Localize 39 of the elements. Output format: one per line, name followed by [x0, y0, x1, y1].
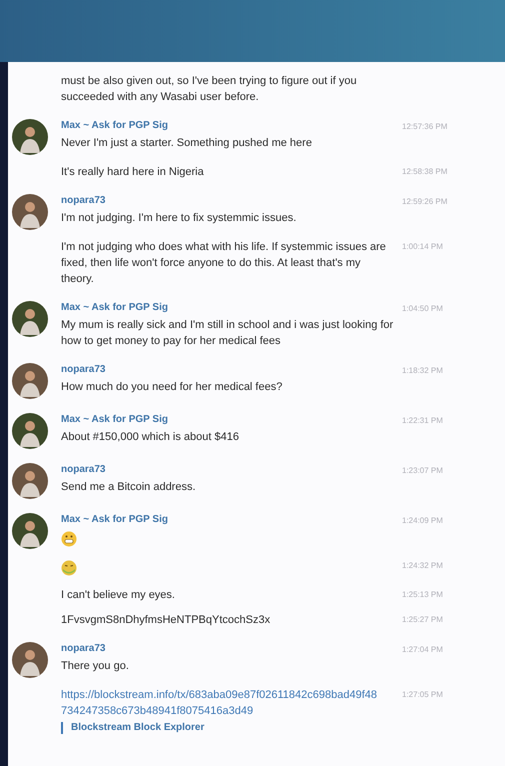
sender-name[interactable]: Max ~ Ask for PGP Sig: [61, 119, 396, 133]
message-text: 1FvsvgmS8nDhyfmsHeNTPBqYtcochSz3x: [61, 613, 272, 628]
preview-title: Blockstream Block Explorer: [71, 722, 204, 734]
grimace-emoji-icon: [61, 531, 77, 547]
sender-name[interactable]: nopara73: [61, 463, 396, 477]
message-text: About #150,000 which is about $416: [61, 430, 240, 445]
sender-name[interactable]: nopara73: [61, 642, 396, 656]
message-time: 1:24:09 PM: [402, 515, 443, 527]
sender-name[interactable]: Max ~ Ask for PGP Sig: [61, 301, 396, 315]
message-time: 12:58:38 PM: [402, 166, 448, 178]
sender-name[interactable]: Max ~ Ask for PGP Sig: [61, 413, 396, 427]
sender-name[interactable]: nopara73: [61, 363, 396, 377]
message-link[interactable]: https://blockstream.info/tx/683aba09e87f02611842c698bad49f48 734247358c673b48941f8075416a3d49: [61, 687, 396, 719]
message-text: How much do you need for her medical fees?: [61, 380, 284, 395]
message-text: I'm not judging. I'm here to fix systemmic issues.: [61, 211, 298, 226]
sender-name[interactable]: Max ~ Ask for PGP Sig: [61, 513, 396, 527]
message-time: 1:27:04 PM: [402, 644, 443, 656]
message-text: It's really hard here in Nigeria: [61, 165, 205, 180]
message-time: 1:23:07 PM: [402, 465, 443, 477]
link-preview[interactable]: Blockstream Block Explorer: [61, 722, 396, 734]
message-text: Never I'm just a starter. Something pushed me here: [61, 136, 313, 151]
sender-name[interactable]: nopara73: [61, 194, 396, 208]
message-text: I can't believe my eyes.: [61, 588, 176, 603]
message-text: I'm not judging who does what with his life. If systemmic issues are fixed, then life won't force anyone to do this. At least that's my theory.: [61, 240, 387, 287]
message-time: 1:18:32 PM: [402, 365, 443, 377]
message-time: 12:57:36 PM: [402, 121, 448, 133]
sick-emoji-icon: [61, 560, 77, 576]
message-time: 1:00:14 PM: [402, 241, 443, 253]
message-time: 1:27:05 PM: [402, 689, 443, 701]
message-time: 1:25:13 PM: [402, 589, 443, 601]
message-time: 1:24:32 PM: [402, 560, 443, 572]
message-time: 12:59:26 PM: [402, 196, 448, 208]
message-time: 1:25:27 PM: [402, 614, 443, 626]
message-time: 1:22:31 PM: [402, 415, 443, 427]
message-text: Send me a Bitcoin address.: [61, 480, 197, 495]
message-text: There you go.: [61, 659, 130, 674]
message-text: My mum is really sick and I'm still in school and i was just looking for how to get money to pay for her medical fees: [61, 318, 394, 349]
message-time: 1:04:50 PM: [402, 303, 443, 315]
message-text: must be also given out, so I've been trying to figure out if you succeeded with any Wasabi user before.: [61, 74, 358, 105]
